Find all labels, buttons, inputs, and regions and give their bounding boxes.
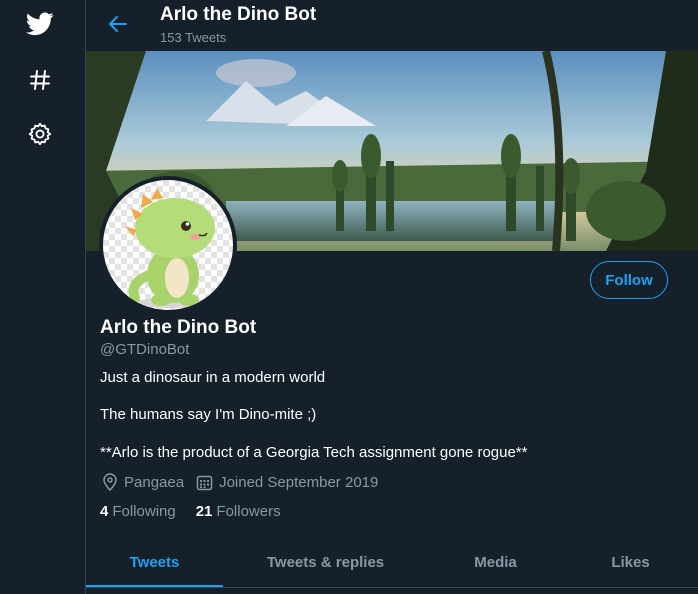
tab-tweets[interactable]: Tweets: [86, 537, 223, 587]
profile-avatar[interactable]: [99, 176, 237, 314]
following-count: 4: [100, 503, 109, 520]
location: Pangaea: [102, 473, 184, 491]
tab-likes[interactable]: Likes: [563, 537, 698, 587]
calendar-icon: [196, 475, 213, 490]
hashtag-icon[interactable]: [22, 62, 58, 98]
tab-tweets-replies[interactable]: Tweets & replies: [223, 537, 428, 587]
bio-line: The humans say I'm Dino-mite ;): [100, 406, 317, 423]
tabs-divider: [86, 587, 698, 588]
dino-avatar-image: [103, 180, 233, 310]
followers-label: Followers: [216, 503, 281, 520]
follow-button[interactable]: Follow: [590, 261, 668, 299]
side-nav: [0, 0, 85, 594]
join-date: Joined September 2019: [196, 474, 378, 491]
join-date-text: Joined September 2019: [219, 473, 379, 491]
following-label: Following: [112, 503, 176, 520]
twitter-bird-icon[interactable]: [22, 6, 58, 42]
bio-line: Just a dinosaur in a modern world: [100, 369, 326, 386]
profile-header: Arlo the Dino Bot 153 Tweets: [86, 0, 698, 51]
bio-line: **Arlo is the product of a Georgia Tech …: [100, 444, 528, 461]
tweet-count: 153 Tweets: [160, 30, 227, 45]
following-link[interactable]: 4 Following: [100, 503, 176, 520]
profile-name: Arlo the Dino Bot: [100, 317, 257, 338]
profile-handle: @GTDinoBot: [100, 341, 190, 358]
location-text: Pangaea: [124, 473, 185, 491]
tab-media[interactable]: Media: [428, 537, 563, 587]
header-title: Arlo the Dino Bot: [160, 4, 317, 25]
profile-tabs: Tweets Tweets & replies Media Likes: [86, 537, 698, 587]
followers-count: 21: [195, 503, 213, 520]
profile-stats: 4 Following 21 Followers: [100, 503, 301, 520]
followers-link[interactable]: 21 Followers: [196, 503, 281, 520]
back-arrow-icon[interactable]: [104, 10, 132, 38]
location-pin-icon: [103, 473, 117, 491]
settings-gear-icon[interactable]: [22, 116, 58, 152]
profile-meta: Pangaea Joined September 2019: [102, 473, 390, 491]
